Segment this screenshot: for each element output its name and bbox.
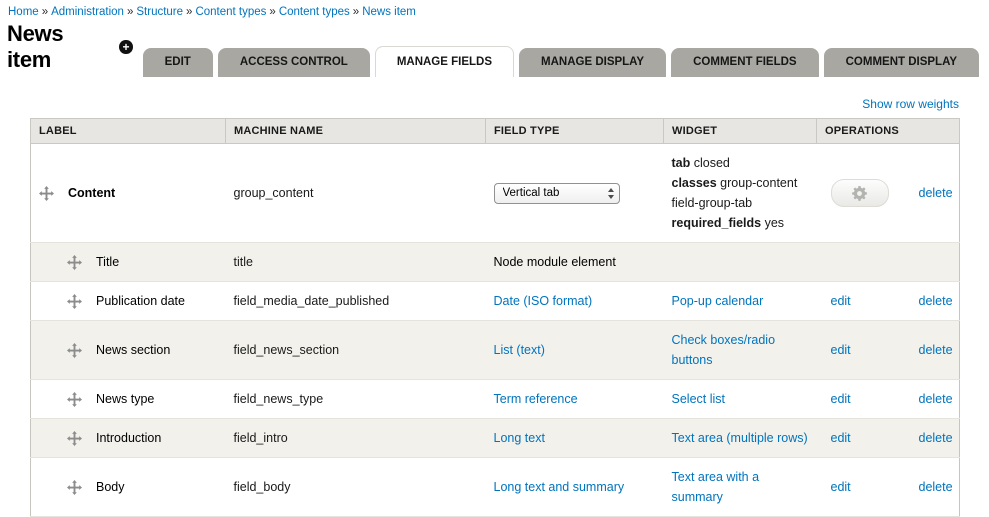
breadcrumb-link-content-types[interactable]: Content types bbox=[195, 6, 266, 18]
machine-name: field_media_date_published bbox=[226, 282, 486, 321]
drag-handle-icon[interactable] bbox=[67, 255, 82, 270]
widget-prop: tab closed bbox=[672, 153, 809, 173]
delete-link[interactable]: delete bbox=[919, 392, 953, 406]
tab-manage-fields[interactable]: MANAGE FIELDS bbox=[375, 46, 514, 77]
field-label: News type bbox=[96, 389, 154, 409]
field-label: Publication date bbox=[96, 291, 185, 311]
widget-link[interactable]: Check boxes/radio buttons bbox=[672, 333, 776, 367]
drag-handle-icon[interactable] bbox=[67, 294, 82, 309]
machine-name: field_body bbox=[226, 458, 486, 517]
gear-icon bbox=[852, 186, 867, 201]
tab-access-control[interactable]: ACCESS CONTROL bbox=[218, 48, 370, 77]
field-type-text: Node module element bbox=[494, 255, 616, 269]
delete-link[interactable]: delete bbox=[919, 294, 953, 308]
title-tab-bar: News item + EDIT ACCESS CONTROL MANAGE F… bbox=[0, 21, 989, 77]
machine-name: field_intro bbox=[226, 419, 486, 458]
widget-link[interactable]: Select list bbox=[672, 392, 726, 406]
select-arrows-icon bbox=[608, 188, 614, 199]
format-select[interactable]: Vertical tab bbox=[494, 183, 620, 204]
tab-comment-display[interactable]: COMMENT DISPLAY bbox=[824, 48, 979, 77]
header-machine-name: MACHINE NAME bbox=[226, 119, 486, 144]
breadcrumb-separator: » bbox=[269, 6, 275, 18]
delete-link[interactable]: delete bbox=[919, 186, 953, 200]
tab-edit[interactable]: EDIT bbox=[143, 48, 213, 77]
row-weights-container: Show row weights bbox=[30, 97, 959, 111]
edit-link[interactable]: edit bbox=[831, 294, 851, 308]
field-label: Introduction bbox=[96, 428, 161, 448]
drag-handle-icon[interactable] bbox=[67, 431, 82, 446]
edit-link[interactable]: edit bbox=[831, 431, 851, 445]
widget-prop: required_fields yes bbox=[672, 213, 809, 233]
breadcrumb-separator: » bbox=[42, 6, 48, 18]
table-row-news-section: News section field_news_section List (te… bbox=[31, 321, 960, 380]
machine-name: field_news_type bbox=[226, 380, 486, 419]
manage-fields-table: LABEL MACHINE NAME FIELD TYPE WIDGET OPE… bbox=[30, 118, 960, 517]
breadcrumb-link-news-item[interactable]: News item bbox=[362, 6, 416, 18]
drag-handle-icon[interactable] bbox=[67, 480, 82, 495]
group-settings-button[interactable] bbox=[831, 179, 889, 207]
drag-handle-icon[interactable] bbox=[39, 186, 54, 201]
table-row-publication-date: Publication date field_media_date_publis… bbox=[31, 282, 960, 321]
field-label: Title bbox=[96, 252, 119, 272]
machine-name: field_news_section bbox=[226, 321, 486, 380]
field-type-link[interactable]: Term reference bbox=[494, 392, 578, 406]
table-row-news-type: News type field_news_type Term reference… bbox=[31, 380, 960, 419]
machine-name: group_content bbox=[226, 144, 486, 243]
machine-name: title bbox=[226, 243, 486, 282]
edit-link[interactable]: edit bbox=[831, 480, 851, 494]
field-type-link[interactable]: Long text bbox=[494, 431, 545, 445]
tab-manage-display[interactable]: MANAGE DISPLAY bbox=[519, 48, 666, 77]
tab-comment-fields[interactable]: COMMENT FIELDS bbox=[671, 48, 819, 77]
breadcrumb: Home»Administration»Structure»Content ty… bbox=[0, 0, 989, 20]
breadcrumb-separator: » bbox=[127, 6, 133, 18]
format-select-value: Vertical tab bbox=[503, 183, 604, 203]
delete-link[interactable]: delete bbox=[919, 431, 953, 445]
field-type-link[interactable]: Long text and summary bbox=[494, 480, 625, 494]
tab-bar: EDIT ACCESS CONTROL MANAGE FIELDS MANAGE… bbox=[143, 46, 979, 77]
table-row-title: Title title Node module element bbox=[31, 243, 960, 282]
show-row-weights-link[interactable]: Show row weights bbox=[862, 97, 959, 111]
widget-link[interactable]: Text area with a summary bbox=[672, 470, 760, 504]
header-field-type: FIELD TYPE bbox=[486, 119, 664, 144]
breadcrumb-link-home[interactable]: Home bbox=[8, 6, 39, 18]
field-label: News section bbox=[96, 340, 170, 360]
delete-link[interactable]: delete bbox=[919, 480, 953, 494]
table-row-body: Body field_body Long text and summary Te… bbox=[31, 458, 960, 517]
breadcrumb-link-content-types-2[interactable]: Content types bbox=[279, 6, 350, 18]
drag-handle-icon[interactable] bbox=[67, 392, 82, 407]
breadcrumb-link-structure[interactable]: Structure bbox=[136, 6, 183, 18]
widget-link[interactable]: Text area (multiple rows) bbox=[672, 431, 808, 445]
breadcrumb-link-administration[interactable]: Administration bbox=[51, 6, 124, 18]
field-type-link[interactable]: List (text) bbox=[494, 343, 545, 357]
table-header-row: LABEL MACHINE NAME FIELD TYPE WIDGET OPE… bbox=[31, 119, 960, 144]
edit-link[interactable]: edit bbox=[831, 343, 851, 357]
field-type-link[interactable]: Date (ISO format) bbox=[494, 294, 593, 308]
field-label: Body bbox=[96, 477, 125, 497]
delete-link[interactable]: delete bbox=[919, 343, 953, 357]
table-row-introduction: Introduction field_intro Long text Text … bbox=[31, 419, 960, 458]
table-row-content-group: Content group_content Vertical tab tab c… bbox=[31, 144, 960, 243]
breadcrumb-separator: » bbox=[186, 6, 192, 18]
add-shortcut-icon[interactable]: + bbox=[119, 40, 132, 54]
widget-link[interactable]: Pop-up calendar bbox=[672, 294, 764, 308]
edit-link[interactable]: edit bbox=[831, 392, 851, 406]
widget-prop: classes group-content field-group-tab bbox=[672, 173, 809, 213]
header-widget: WIDGET bbox=[664, 119, 817, 144]
breadcrumb-separator: » bbox=[353, 6, 359, 18]
drag-handle-icon[interactable] bbox=[67, 343, 82, 358]
page-title: News item bbox=[7, 21, 108, 73]
field-label: Content bbox=[68, 183, 115, 203]
header-label: LABEL bbox=[31, 119, 226, 144]
page-title-wrap: News item + bbox=[7, 21, 133, 73]
header-operations: OPERATIONS bbox=[817, 119, 960, 144]
